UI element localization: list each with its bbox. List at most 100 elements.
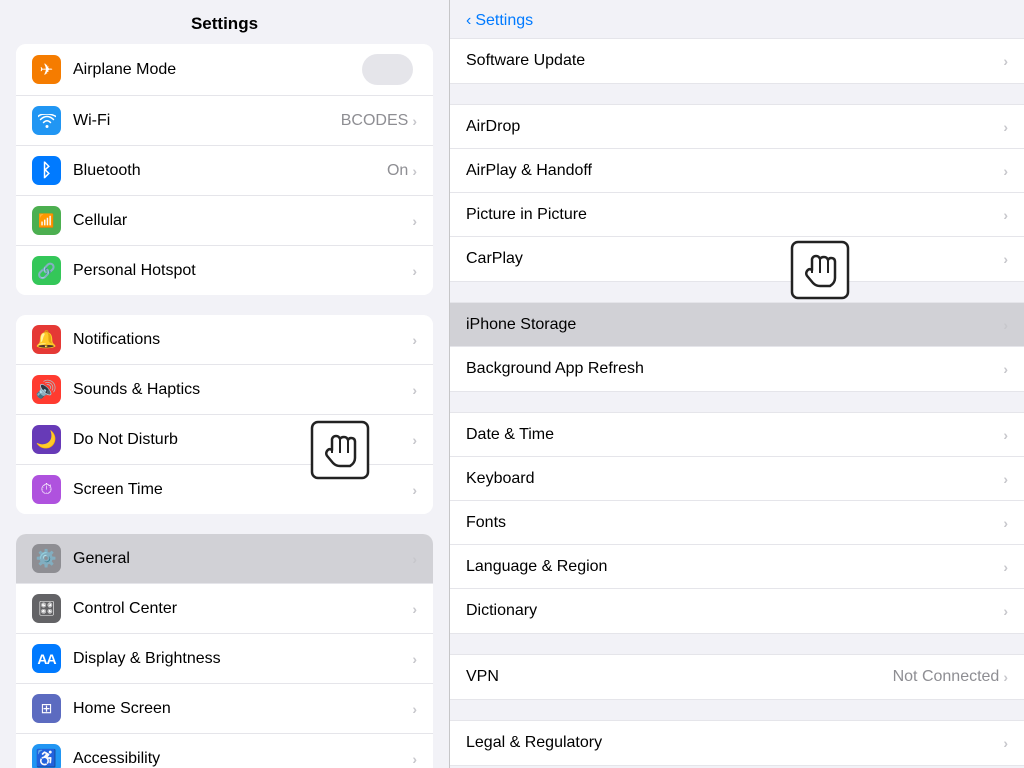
airplane-icon: ✈ (32, 55, 61, 84)
airplay-label: AirPlay & Handoff (466, 162, 1003, 180)
wifi-label: Wi-Fi (73, 112, 341, 130)
settings-title: Settings (0, 0, 449, 44)
cellular-label: Cellular (73, 212, 412, 230)
airplay-chevron: › (1003, 163, 1008, 179)
right-row-fonts[interactable]: Fonts › (450, 501, 1024, 545)
date-time-chevron: › (1003, 427, 1008, 443)
general-chevron: › (412, 551, 417, 567)
back-button[interactable]: ‹ Settings (466, 12, 533, 30)
right-group-legal: Legal & Regulatory › (450, 720, 1024, 766)
bg-refresh-label: Background App Refresh (466, 360, 1003, 378)
right-group-software: Software Update › (450, 38, 1024, 84)
sidebar-item-notifications[interactable]: 🔔 Notifications › (16, 315, 433, 365)
control-center-chevron: › (412, 601, 417, 617)
home-screen-chevron: › (412, 701, 417, 717)
pip-label: Picture in Picture (466, 206, 1003, 224)
accessibility-chevron: › (412, 751, 417, 767)
right-group-vpn: VPN Not Connected › (450, 654, 1024, 700)
bluetooth-value: On (387, 162, 408, 180)
sidebar-item-do-not-disturb[interactable]: 🌙 Do Not Disturb › (16, 415, 433, 465)
right-group-air: AirDrop › AirPlay & Handoff › Picture in… (450, 104, 1024, 282)
home-screen-icon: ⊞ (32, 694, 61, 723)
dnd-chevron: › (412, 432, 417, 448)
sidebar-item-control-center[interactable]: 🎛 Control Center › (16, 584, 433, 634)
language-label: Language & Region (466, 558, 1003, 576)
vpn-chevron: › (1003, 669, 1008, 685)
dnd-icon: 🌙 (32, 425, 61, 454)
sidebar-item-display[interactable]: AA Display & Brightness › (16, 634, 433, 684)
right-row-vpn[interactable]: VPN Not Connected › (450, 655, 1024, 699)
vpn-label: VPN (466, 668, 893, 686)
right-row-airdrop[interactable]: AirDrop › (450, 105, 1024, 149)
keyboard-chevron: › (1003, 471, 1008, 487)
back-label: Settings (475, 12, 533, 30)
bluetooth-icon: ᛒ (32, 156, 61, 185)
right-row-carplay[interactable]: CarPlay › (450, 237, 1024, 281)
airplane-label: Airplane Mode (73, 61, 362, 79)
right-row-legal[interactable]: Legal & Regulatory › (450, 721, 1024, 765)
airplane-toggle[interactable] (362, 54, 413, 85)
right-row-iphone-storage[interactable]: iPhone Storage › (450, 303, 1024, 347)
sounds-icon: 🔊 (32, 375, 61, 404)
right-row-software-update[interactable]: Software Update › (450, 39, 1024, 83)
wifi-chevron: › (412, 113, 417, 129)
sidebar-item-airplane-mode[interactable]: ✈ Airplane Mode (16, 44, 433, 96)
sidebar-item-wifi[interactable]: Wi-Fi BCODES › (16, 96, 433, 146)
sidebar-item-accessibility[interactable]: ♿ Accessibility › (16, 734, 433, 768)
accessibility-label: Accessibility (73, 750, 412, 768)
general-label: General (73, 550, 412, 568)
right-row-bg-refresh[interactable]: Background App Refresh › (450, 347, 1024, 391)
vpn-value: Not Connected (893, 668, 1000, 686)
sidebar-item-bluetooth[interactable]: ᛒ Bluetooth On › (16, 146, 433, 196)
sidebar-item-cellular[interactable]: 📶 Cellular › (16, 196, 433, 246)
sidebar-item-personal-hotspot[interactable]: 🔗 Personal Hotspot › (16, 246, 433, 295)
general-icon: ⚙️ (32, 544, 61, 573)
bluetooth-label: Bluetooth (73, 162, 387, 180)
fonts-label: Fonts (466, 514, 1003, 532)
display-chevron: › (412, 651, 417, 667)
notifications-label: Notifications (73, 331, 412, 349)
hotspot-chevron: › (412, 263, 417, 279)
notifications-icon: 🔔 (32, 325, 61, 354)
right-panel: ‹ Settings Software Update › AirDrop › A… (450, 0, 1024, 768)
screen-time-label: Screen Time (73, 481, 412, 499)
right-row-keyboard[interactable]: Keyboard › (450, 457, 1024, 501)
date-time-label: Date & Time (466, 426, 1003, 444)
airdrop-chevron: › (1003, 119, 1008, 135)
right-row-dictionary[interactable]: Dictionary › (450, 589, 1024, 633)
right-row-date-time[interactable]: Date & Time › (450, 413, 1024, 457)
carplay-label: CarPlay (466, 250, 1003, 268)
right-row-pip[interactable]: Picture in Picture › (450, 193, 1024, 237)
dictionary-chevron: › (1003, 603, 1008, 619)
right-group-storage: iPhone Storage › Background App Refresh … (450, 302, 1024, 392)
legal-chevron: › (1003, 735, 1008, 751)
dnd-label: Do Not Disturb (73, 431, 412, 449)
hotspot-label: Personal Hotspot (73, 262, 412, 280)
back-chevron: ‹ (466, 12, 471, 30)
hotspot-icon: 🔗 (32, 256, 61, 285)
iphone-storage-chevron: › (1003, 317, 1008, 333)
sidebar-item-home-screen[interactable]: ⊞ Home Screen › (16, 684, 433, 734)
notifications-group: 🔔 Notifications › 🔊 Sounds & Haptics › 🌙… (16, 315, 433, 514)
pip-chevron: › (1003, 207, 1008, 223)
display-icon: AA (32, 644, 61, 673)
screen-time-icon: ⏱ (32, 475, 61, 504)
sidebar-item-general[interactable]: ⚙️ General › (16, 534, 433, 584)
control-center-label: Control Center (73, 600, 412, 618)
sidebar-item-screen-time[interactable]: ⏱ Screen Time › (16, 465, 433, 514)
dictionary-label: Dictionary (466, 602, 1003, 620)
right-row-airplay[interactable]: AirPlay & Handoff › (450, 149, 1024, 193)
carplay-chevron: › (1003, 251, 1008, 267)
screen-time-chevron: › (412, 482, 417, 498)
language-chevron: › (1003, 559, 1008, 575)
software-update-chevron: › (1003, 53, 1008, 69)
notifications-chevron: › (412, 332, 417, 348)
bluetooth-chevron: › (412, 163, 417, 179)
control-center-icon: 🎛 (32, 594, 61, 623)
right-row-language[interactable]: Language & Region › (450, 545, 1024, 589)
connectivity-group: ✈ Airplane Mode Wi-Fi BCODES › ᛒ Bluetoo… (16, 44, 433, 295)
sidebar-item-sounds[interactable]: 🔊 Sounds & Haptics › (16, 365, 433, 415)
right-group-locale: Date & Time › Keyboard › Fonts › Languag… (450, 412, 1024, 634)
legal-label: Legal & Regulatory (466, 734, 1003, 752)
wifi-value: BCODES (341, 112, 409, 130)
